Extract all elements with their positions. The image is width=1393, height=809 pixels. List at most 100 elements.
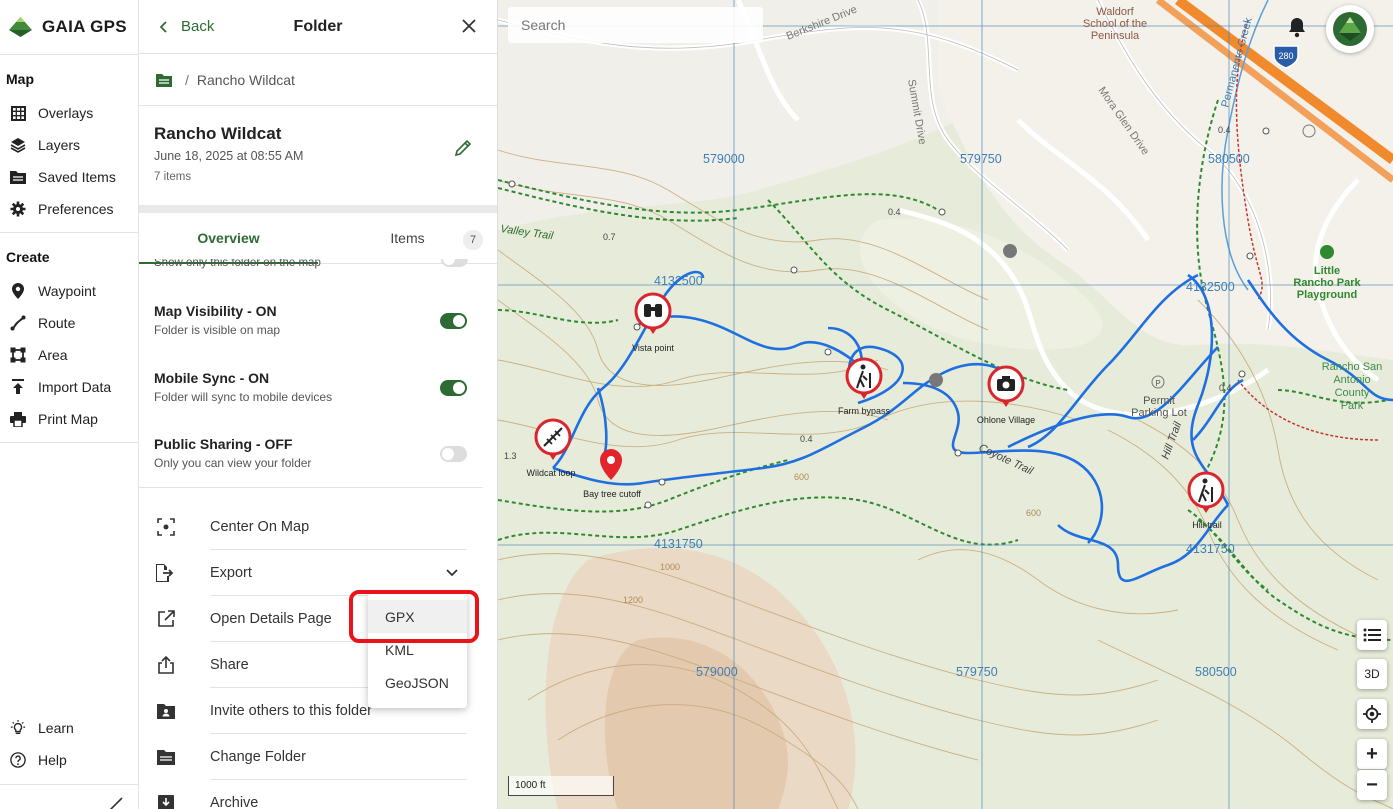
bell-icon[interactable] [1286, 16, 1308, 38]
grid-label: 4132500 [1186, 280, 1235, 294]
nav-item-label: Saved Items [38, 169, 116, 185]
waypoint-wildcat-loop[interactable]: Wildcat loop [526, 418, 576, 478]
logo[interactable]: GAIA GPS [0, 0, 138, 54]
nav-item-label: Overlays [38, 105, 94, 121]
route-node [938, 208, 946, 216]
setting-desc-cutoff: Show only this folder on the map [154, 259, 321, 269]
left-nav: GAIA GPS Map Overlays Layers Saved Items… [0, 0, 139, 809]
tab-label: Items [390, 230, 425, 246]
nav-item-print-map[interactable]: Print Map [0, 403, 138, 435]
distance-label: 1.3 [504, 451, 517, 461]
legend-button[interactable] [1357, 620, 1387, 650]
map-search-input[interactable]: Search [508, 7, 763, 43]
contour-label: 600 [1026, 508, 1041, 518]
highway-label: 280 [1278, 51, 1293, 61]
tab-items[interactable]: Items 7 [318, 213, 497, 263]
back-button[interactable]: Back [139, 18, 214, 35]
waypoint-hill-trail[interactable]: Hill trail [1187, 471, 1225, 530]
change-folder-button[interactable]: Change Folder [139, 734, 483, 780]
map-visibility-toggle[interactable] [440, 313, 467, 329]
locate-button[interactable] [1357, 699, 1387, 729]
account-avatar[interactable] [1326, 5, 1374, 53]
app-root: GAIA GPS Map Overlays Layers Saved Items… [0, 0, 1393, 809]
overlays-icon [10, 105, 26, 121]
nav-item-area[interactable]: Area [0, 339, 138, 371]
folder-only-toggle[interactable] [441, 259, 468, 267]
folder-icon[interactable] [156, 73, 172, 87]
topo-map[interactable]: 280 579000 579750 580500 4132500 4132500… [498, 0, 1393, 809]
place-label-line: School of the [1083, 18, 1147, 30]
nav-item-preferences[interactable]: Preferences [0, 193, 138, 225]
section-gap [139, 205, 497, 213]
grid-label: 580500 [1195, 665, 1237, 679]
route-node [790, 266, 798, 274]
setting-title: Mobile Sync - ON [154, 370, 270, 386]
waypoint-label: Farm bypass [838, 406, 891, 416]
restroom-icon [1003, 244, 1017, 258]
three-d-button[interactable]: 3D [1357, 659, 1387, 689]
divider [0, 784, 139, 785]
breadcrumb-separator: / [185, 71, 189, 88]
setting-desc: Only you can view your folder [154, 456, 312, 470]
center-on-map-button[interactable]: Center On Map [139, 504, 483, 550]
waypoint-bay-tree-cutoff[interactable]: Bay tree cutoff [583, 449, 641, 499]
export-button[interactable]: Export [139, 550, 483, 596]
pencil-icon[interactable] [453, 138, 473, 158]
waypoint-label: Wildcat loop [526, 468, 575, 478]
legend-icon [1363, 628, 1381, 642]
back-label: Back [181, 18, 215, 35]
nav-item-layers[interactable]: Layers [0, 129, 138, 161]
nav-item-label: Preferences [38, 201, 114, 217]
nav-item-import-data[interactable]: Import Data [0, 371, 138, 403]
toggle-knob [453, 315, 465, 327]
collapse-nav-icon[interactable] [108, 797, 124, 809]
waypoint-label: Hill trail [1192, 520, 1222, 530]
action-label: Open Details Page [210, 611, 332, 627]
nav-item-label: Print Map [38, 411, 98, 427]
distance-label: 0.4 [800, 434, 813, 444]
place-label-line: County [1335, 387, 1370, 399]
folder-info: Rancho Wildcat June 18, 2025 at 08:55 AM… [139, 106, 497, 205]
waypoint-farm-bypass[interactable]: Farm bypass [838, 357, 891, 416]
action-label: Center On Map [210, 519, 310, 535]
gaia-logo-icon [9, 17, 32, 37]
route-node [824, 348, 832, 356]
nav-item-label: Route [38, 315, 76, 331]
mobile-sync-toggle[interactable] [440, 380, 467, 396]
public-sharing-toggle[interactable] [440, 446, 467, 462]
nav-item-learn[interactable]: Learn [0, 712, 139, 744]
nav-item-saved-items[interactable]: Saved Items [0, 161, 138, 193]
route-node [633, 323, 641, 331]
grid-label: 4131750 [654, 537, 703, 551]
zoom-in-button[interactable]: + [1357, 739, 1387, 769]
place-label-line: Playground [1297, 289, 1358, 301]
grid-label: 579750 [956, 665, 998, 679]
nav-item-waypoint[interactable]: Waypoint [0, 275, 138, 307]
close-icon[interactable] [459, 16, 479, 36]
nav-item-route[interactable]: Route [0, 307, 138, 339]
archive-button[interactable]: Archive [139, 780, 483, 809]
zoom-out-button[interactable]: − [1357, 770, 1387, 800]
nav-item-help[interactable]: Help [0, 744, 139, 776]
tab-overview[interactable]: Overview [139, 213, 318, 263]
overview-scroll-area[interactable]: Show only this folder on the map Map Vis… [139, 259, 497, 809]
share-icon [156, 655, 176, 675]
waypoint-ohlone-village[interactable]: Ohlone Village [977, 365, 1035, 425]
grid-label: 579750 [960, 152, 1002, 166]
place-label-line: Parking Lot [1131, 407, 1187, 419]
export-option-gpx[interactable]: GPX [368, 600, 467, 633]
brand-name: GAIA GPS [42, 17, 127, 36]
nav-item-overlays[interactable]: Overlays [0, 97, 138, 129]
distance-label: 0.4 [1218, 125, 1231, 135]
parking-label: P Permit Parking Lot [1131, 375, 1187, 419]
trail-label: Valley Trail [500, 223, 555, 242]
export-option-kml[interactable]: KML [368, 633, 467, 666]
place-label-line: Peninsula [1091, 30, 1140, 42]
breadcrumb: / Rancho Wildcat [139, 54, 497, 106]
grid-label: 579000 [703, 152, 745, 166]
export-option-geojson[interactable]: GeoJSON [368, 666, 467, 699]
map-view[interactable]: 280 579000 579750 580500 4132500 4132500… [498, 0, 1393, 809]
folder-item-count: 7 items [154, 171, 192, 183]
distance-label: 0.7 [603, 232, 616, 242]
trail-label: Hill Trail [1160, 420, 1185, 461]
